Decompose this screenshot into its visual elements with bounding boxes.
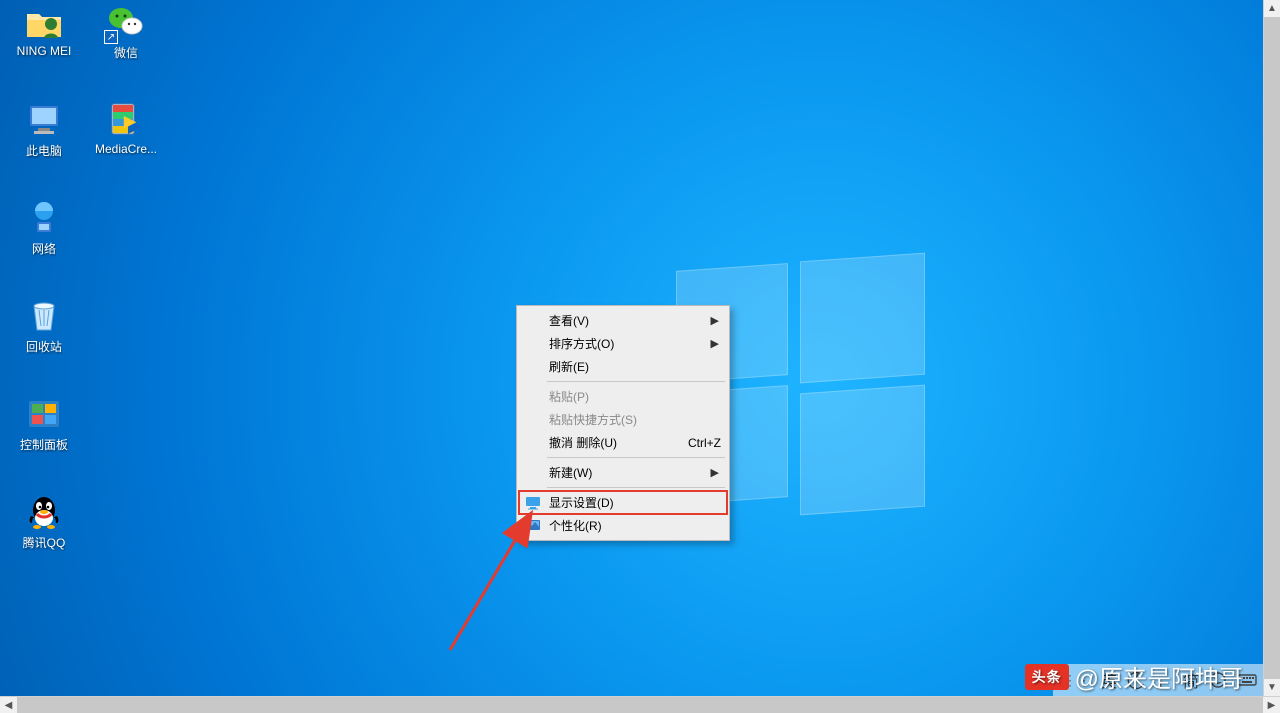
- ctx-new[interactable]: 新建(W) ▶: [519, 461, 727, 484]
- recycle-bin-icon: [24, 296, 64, 336]
- ctx-separator: [547, 487, 725, 488]
- desktop-icon-label: 此电脑: [26, 142, 62, 159]
- desktop-wallpaper[interactable]: NING MEI 此电脑 网络 回收站 控制面板: [0, 0, 1263, 696]
- control-panel-icon: [24, 394, 64, 434]
- media-creation-icon: [106, 100, 146, 140]
- desktop-context-menu: 查看(V) ▶ 排序方式(O) ▶ 刷新(E) 粘贴(P) 粘贴快捷方式(S) …: [516, 305, 730, 541]
- desktop-icon-label: 控制面板: [20, 436, 68, 453]
- ctx-label: 新建(W): [549, 464, 592, 481]
- ctx-label: 粘贴快捷方式(S): [549, 411, 637, 428]
- qq-icon: [24, 492, 64, 532]
- scroll-right-button[interactable]: ▶: [1263, 697, 1280, 713]
- scroll-left-button[interactable]: ◀: [0, 697, 17, 713]
- desktop-icon-this-pc[interactable]: 此电脑: [6, 100, 82, 170]
- personalize-icon: [523, 518, 543, 534]
- hscroll-thumb[interactable]: [17, 697, 1263, 713]
- network-icon: [24, 198, 64, 238]
- ctx-label: 排序方式(O): [549, 335, 614, 352]
- ctx-label: 查看(V): [549, 312, 589, 329]
- vscroll-thumb[interactable]: [1264, 17, 1280, 679]
- scroll-down-button[interactable]: ▼: [1264, 679, 1280, 696]
- scroll-up-button[interactable]: ▲: [1264, 0, 1280, 17]
- desktop-icon-control-panel[interactable]: 控制面板: [6, 394, 82, 464]
- vscroll-track[interactable]: [1264, 17, 1280, 679]
- watermark-text: @原来是阿坤哥: [1075, 659, 1243, 694]
- desktop-icon-qq[interactable]: 腾讯QQ: [6, 492, 82, 562]
- ctx-label: 撤消 删除(U): [549, 434, 617, 451]
- ctx-view[interactable]: 查看(V) ▶: [519, 309, 727, 332]
- desktop-icons-col1: NING MEI 此电脑 网络 回收站 控制面板: [6, 2, 82, 590]
- ctx-separator: [547, 381, 725, 382]
- ctx-undo-delete[interactable]: 撤消 删除(U) Ctrl+Z: [519, 431, 727, 454]
- shortcut-overlay-icon: ↗: [104, 30, 118, 44]
- outer-vertical-scrollbar[interactable]: ▲ ▼: [1263, 0, 1280, 696]
- desktop-icon-wechat[interactable]: ↗ 微信: [88, 2, 164, 72]
- ctx-label: 粘贴(P): [549, 388, 589, 405]
- desktop-icon-recycle-bin[interactable]: 回收站: [6, 296, 82, 366]
- watermark: 头条 @原来是阿坤哥: [1025, 659, 1243, 694]
- submenu-arrow-icon: ▶: [711, 466, 719, 479]
- ctx-personalize[interactable]: 个性化(R): [519, 514, 727, 537]
- watermark-badge: 头条: [1025, 664, 1069, 690]
- desktop-icon-label: NING MEI: [17, 44, 72, 58]
- wechat-icon: ↗: [106, 2, 146, 42]
- desktop-icon-label: 网络: [32, 240, 56, 257]
- desktop-icon-label: 腾讯QQ: [23, 534, 66, 551]
- desktop-icon-network[interactable]: 网络: [6, 198, 82, 268]
- this-pc-icon: [24, 100, 64, 140]
- ctx-refresh[interactable]: 刷新(E): [519, 355, 727, 378]
- folder-user-icon: [24, 2, 64, 42]
- monitor-icon: [523, 495, 543, 511]
- desktop-icon-label: 微信: [114, 44, 138, 61]
- submenu-arrow-icon: ▶: [711, 337, 719, 350]
- ctx-separator: [547, 457, 725, 458]
- ctx-label: 刷新(E): [549, 358, 589, 375]
- desktop-icon-ningmei[interactable]: NING MEI: [6, 2, 82, 72]
- ctx-label: 显示设置(D): [549, 494, 614, 511]
- desktop-icon-label: 回收站: [26, 338, 62, 355]
- ctx-display-settings[interactable]: 显示设置(D): [519, 491, 727, 514]
- ctx-sort[interactable]: 排序方式(O) ▶: [519, 332, 727, 355]
- desktop-icons-col2: ↗ 微信 MediaCre...: [88, 2, 164, 198]
- desktop-icon-label: MediaCre...: [95, 142, 157, 156]
- ctx-paste-shortcut: 粘贴快捷方式(S): [519, 408, 727, 431]
- ctx-hotkey: Ctrl+Z: [678, 436, 721, 450]
- ctx-label: 个性化(R): [549, 517, 602, 534]
- ctx-paste: 粘贴(P): [519, 385, 727, 408]
- outer-horizontal-scrollbar[interactable]: ◀ ▶: [0, 696, 1280, 713]
- desktop-icon-media-creation[interactable]: MediaCre...: [88, 100, 164, 170]
- submenu-arrow-icon: ▶: [711, 314, 719, 327]
